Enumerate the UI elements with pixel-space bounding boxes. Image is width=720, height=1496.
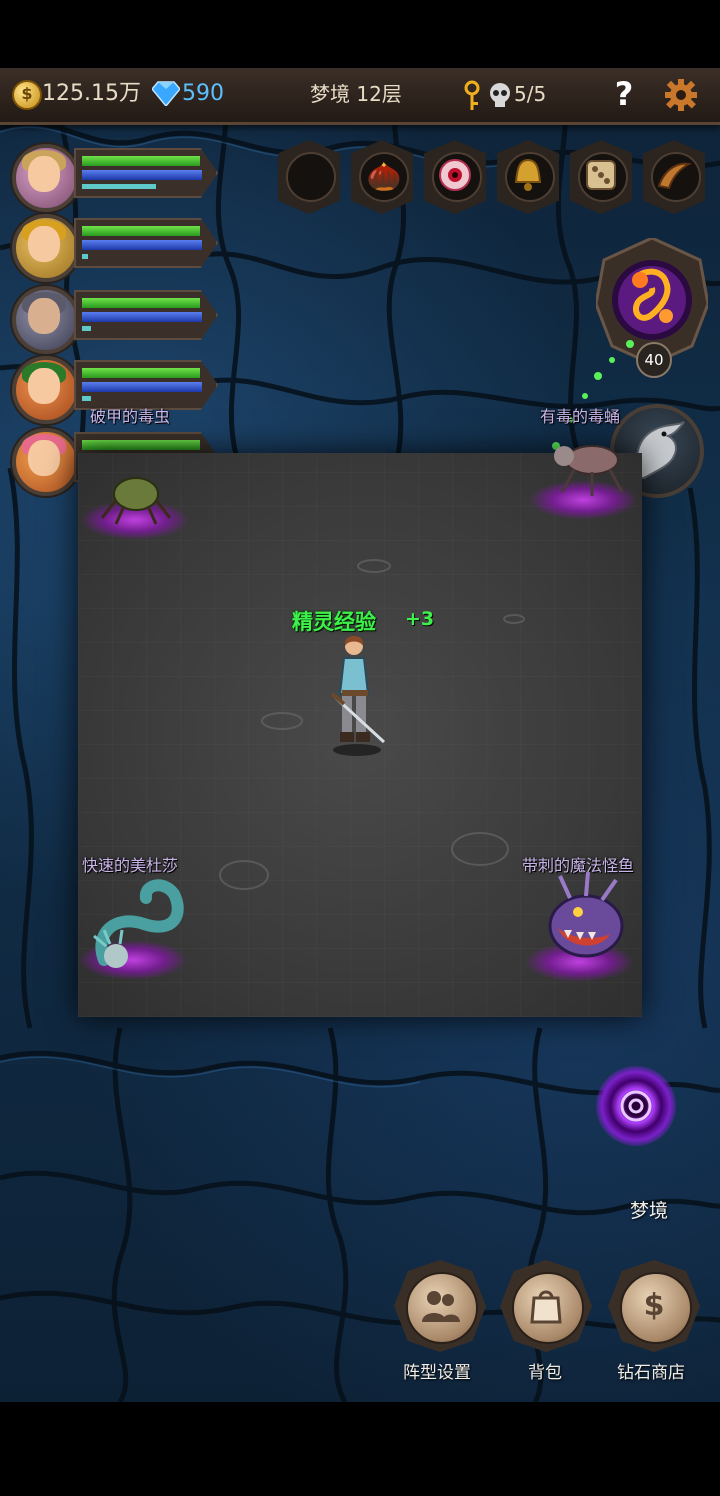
gear-icon[interactable]: [664, 78, 698, 112]
gold-amount: 125.15万: [42, 81, 141, 106]
horn-icon: [657, 162, 693, 190]
monster-name-top-left: 破甲的毒虫: [90, 407, 171, 426]
bell-icon: [514, 158, 542, 191]
hero-avatar: [12, 356, 80, 424]
item-slot-2[interactable]: 🌰: [351, 140, 413, 214]
diamond-shop-button[interactable]: $: [608, 1260, 700, 1352]
dice-icon: [586, 160, 616, 190]
pupa-sprite: [554, 445, 624, 496]
key-icon: [464, 80, 480, 110]
diamond-shop-label: 钻石商店: [617, 1363, 685, 1383]
floor-title: 梦境 12层: [310, 82, 402, 106]
monster-spiked-fish[interactable]: [524, 871, 634, 982]
portal-label: 梦境: [630, 1200, 669, 1222]
help-button[interactable]: ?: [608, 74, 640, 114]
hero-avatar: [12, 214, 80, 282]
item-slot-6[interactable]: [643, 140, 705, 214]
party-hero-3[interactable]: [8, 282, 220, 354]
hp-bar: [82, 226, 200, 236]
hp-bar: [82, 298, 200, 308]
hero-avatar: [12, 144, 80, 212]
mp-bar: [82, 170, 202, 180]
bug-sprite: [100, 477, 172, 525]
xp-bar: [82, 326, 91, 331]
xp-bar: [82, 254, 88, 259]
bag-icon: [530, 1290, 562, 1324]
item-slot-1[interactable]: [278, 140, 340, 214]
key-count: 5/5: [514, 82, 547, 106]
medusa-sprite: [93, 879, 184, 968]
mp-bar: [82, 240, 202, 250]
monster-medusa[interactable]: [78, 879, 188, 980]
eye-icon: [439, 159, 471, 191]
player-character: [330, 636, 386, 756]
hp-bar: [82, 156, 200, 166]
mp-bar: [82, 312, 202, 322]
bag-button[interactable]: [500, 1260, 592, 1352]
hero-avatar: [12, 428, 80, 496]
item-slot-3[interactable]: [424, 140, 486, 214]
mp-bar: [82, 382, 202, 392]
item-slot-4[interactable]: [497, 140, 559, 214]
xp-bar: [82, 396, 91, 401]
formation-button[interactable]: [394, 1260, 486, 1352]
people-icon: [422, 1291, 460, 1322]
diamond-icon: [152, 81, 180, 106]
floating-text-value: +3: [405, 608, 435, 630]
empty-slot-icon: [286, 152, 336, 202]
xp-bar: [82, 184, 156, 189]
hp-bar: [82, 368, 200, 378]
party-hero-2[interactable]: [8, 210, 220, 282]
hero-status-bars: [74, 218, 218, 268]
top-resource-bar: $ 125.15万 590 梦境 12层 5/5 ?: [0, 68, 720, 125]
monster-armor-bug[interactable]: [80, 470, 190, 540]
gold-coin-icon: $: [12, 80, 42, 110]
diamond-amount: 590: [182, 81, 224, 106]
monster-poison-pupa[interactable]: [528, 440, 638, 520]
party-hero-1[interactable]: [8, 140, 220, 212]
hp-bar: [82, 440, 200, 450]
skull-icon: [490, 83, 510, 107]
monster-name-bottom-left: 快速的美杜莎: [82, 856, 179, 875]
fish-sprite: [548, 871, 624, 958]
dollar-icon: $: [643, 1288, 665, 1323]
hero-status-bars: [74, 290, 218, 340]
acorn-icon: 🌰: [366, 160, 402, 193]
item-slot-5[interactable]: [570, 140, 632, 214]
dream-portal-button[interactable]: [596, 1066, 676, 1146]
portal-swirl-icon: [620, 1090, 652, 1122]
hero-avatar: [12, 286, 80, 354]
hero-status-bars: [74, 148, 218, 198]
monster-name-top-right: 有毒的毒蛹: [540, 407, 621, 426]
formation-label: 阵型设置: [403, 1363, 471, 1383]
bag-label: 背包: [528, 1363, 562, 1383]
